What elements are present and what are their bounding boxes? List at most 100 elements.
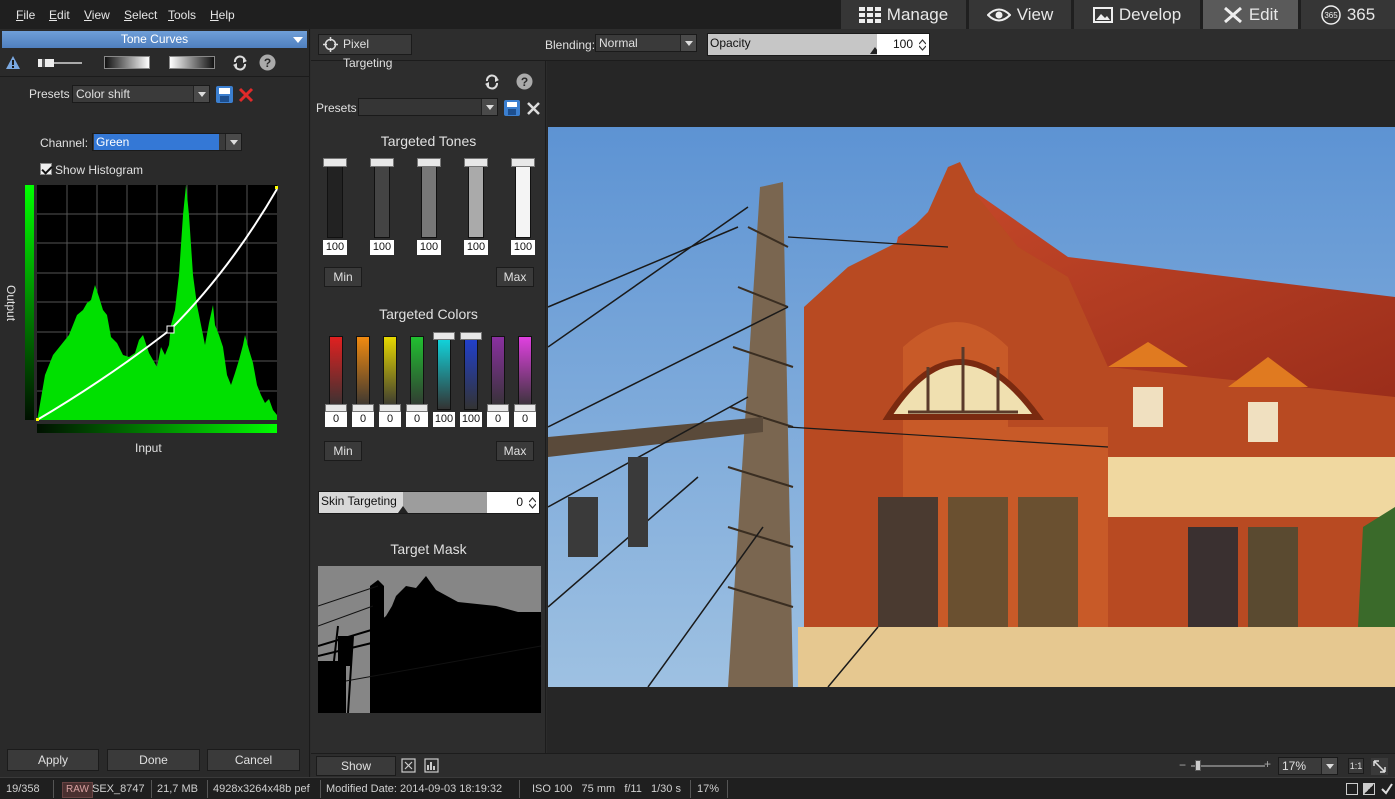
skin-targeting-slider[interactable]: Skin Targeting 0 <box>318 491 540 514</box>
tone-slider-value[interactable]: 100 <box>511 240 535 255</box>
tone-slider-handle[interactable] <box>417 158 441 167</box>
tone-slider-1[interactable]: 100 <box>370 158 394 258</box>
menu-select[interactable]: Select <box>124 8 157 22</box>
tone-slider-0[interactable]: 100 <box>323 158 347 258</box>
zoom-in-icon[interactable]: + <box>1264 757 1271 771</box>
tone-slider-handle[interactable] <box>511 158 535 167</box>
menu-edit[interactable]: Edit <box>49 8 70 22</box>
collapse-arrow-icon[interactable] <box>293 37 303 43</box>
view-mode-split-icon[interactable] <box>1363 783 1375 795</box>
color-slider-value[interactable]: 0 <box>379 412 401 427</box>
skin-slider-handle[interactable] <box>398 506 408 513</box>
save-preset-icon[interactable] <box>216 86 233 103</box>
zoom-dropdown[interactable]: 17% <box>1278 757 1338 775</box>
tones-max-button[interactable]: Max <box>496 267 534 287</box>
menu-help[interactable]: Help <box>210 8 235 22</box>
delete-preset-icon[interactable] <box>238 87 254 103</box>
brush-slider-icon[interactable] <box>38 57 84 69</box>
color-slider-value[interactable]: 0 <box>406 412 428 427</box>
tone-slider-value[interactable]: 100 <box>417 240 441 255</box>
tone-slider-track[interactable] <box>515 164 531 238</box>
edit-mode-button[interactable]: Edit <box>1203 0 1298 29</box>
develop-mode-button[interactable]: Develop <box>1074 0 1200 29</box>
pt-reset-icon[interactable] <box>484 74 500 90</box>
blending-dropdown[interactable]: Normal <box>595 34 697 52</box>
checkmark-icon[interactable] <box>1380 782 1394 796</box>
color-slider-4[interactable]: 100 <box>433 332 455 428</box>
color-slider-7[interactable]: 0 <box>514 332 536 428</box>
spin-arrows-icon[interactable] <box>529 497 536 509</box>
apply-button[interactable]: Apply <box>7 749 99 771</box>
color-slider-value[interactable]: 100 <box>433 412 455 427</box>
fit-screen-icon[interactable] <box>401 758 416 773</box>
opacity-slider[interactable]: Opacity 100 <box>707 33 930 56</box>
tone-slider-track[interactable] <box>374 164 390 238</box>
menu-file[interactable]: File <box>16 8 35 22</box>
tone-curves-header[interactable]: Tone Curves <box>2 31 307 48</box>
color-slider-handle[interactable] <box>406 404 428 412</box>
tone-slider-value[interactable]: 100 <box>323 240 347 255</box>
color-slider-value[interactable]: 100 <box>460 412 482 427</box>
view-mode-button[interactable]: View <box>969 0 1071 29</box>
cancel-button[interactable]: Cancel <box>207 749 300 771</box>
color-slider-track[interactable] <box>356 336 370 410</box>
menu-tools[interactable]: Tools <box>168 8 196 22</box>
photo-canvas[interactable] <box>548 127 1395 687</box>
tone-slider-value[interactable]: 100 <box>464 240 488 255</box>
tone-slider-handle[interactable] <box>464 158 488 167</box>
colors-min-button[interactable]: Min <box>324 441 362 461</box>
color-slider-value[interactable]: 0 <box>325 412 347 427</box>
color-slider-handle[interactable] <box>352 404 374 412</box>
color-slider-value[interactable]: 0 <box>352 412 374 427</box>
color-slider-value[interactable]: 0 <box>514 412 536 427</box>
color-slider-handle[interactable] <box>325 404 347 412</box>
spin-arrows-icon[interactable] <box>919 39 926 51</box>
manage-mode-button[interactable]: Manage <box>841 0 966 29</box>
fullscreen-icon[interactable] <box>1371 758 1388 775</box>
color-slider-track[interactable] <box>491 336 505 410</box>
colors-max-button[interactable]: Max <box>496 441 534 461</box>
tone-slider-track[interactable] <box>468 164 484 238</box>
color-slider-track[interactable] <box>437 336 451 410</box>
color-slider-1[interactable]: 0 <box>352 332 374 428</box>
pt-presets-dropdown[interactable] <box>358 98 498 116</box>
menu-view[interactable]: View <box>84 8 110 22</box>
color-slider-handle[interactable] <box>460 332 482 340</box>
color-slider-2[interactable]: 0 <box>379 332 401 428</box>
color-slider-track[interactable] <box>518 336 532 410</box>
color-slider-value[interactable]: 0 <box>487 412 509 427</box>
help-icon[interactable]: ? <box>259 54 276 71</box>
gradient-light-icon[interactable] <box>169 56 215 69</box>
tone-slider-handle[interactable] <box>323 158 347 167</box>
color-slider-track[interactable] <box>410 336 424 410</box>
gradient-dark-icon[interactable] <box>104 56 150 69</box>
zoom-slider[interactable] <box>1191 765 1265 767</box>
color-slider-track[interactable] <box>464 336 478 410</box>
presets-dropdown[interactable]: Color shift <box>72 85 210 103</box>
histogram-toggle-icon[interactable] <box>424 758 439 773</box>
show-previous-button[interactable]: Show Previous <box>316 756 396 791</box>
actual-size-button[interactable]: 1:1 <box>1348 758 1364 774</box>
acdsee365-button[interactable]: 365 365 <box>1301 0 1395 29</box>
color-slider-handle[interactable] <box>379 404 401 412</box>
pixel-targeting-button[interactable]: Pixel Targeting <box>318 34 412 70</box>
channel-dropdown[interactable]: Green <box>92 133 242 151</box>
tone-slider-track[interactable] <box>421 164 437 238</box>
show-histogram-checkbox[interactable] <box>40 163 52 175</box>
zoom-slider-handle[interactable] <box>1195 760 1201 771</box>
color-slider-handle[interactable] <box>514 404 536 412</box>
color-slider-3[interactable]: 0 <box>406 332 428 428</box>
color-slider-0[interactable]: 0 <box>325 332 347 428</box>
tone-slider-handle[interactable] <box>370 158 394 167</box>
tone-slider-track[interactable] <box>327 164 343 238</box>
color-slider-track[interactable] <box>329 336 343 410</box>
zoom-out-icon[interactable]: − <box>1179 758 1186 772</box>
pt-save-preset-icon[interactable] <box>504 100 520 116</box>
color-slider-handle[interactable] <box>433 332 455 340</box>
done-button[interactable]: Done <box>107 749 200 771</box>
pt-help-icon[interactable]: ? <box>516 73 533 90</box>
view-mode-normal-icon[interactable] <box>1346 783 1358 795</box>
color-slider-handle[interactable] <box>487 404 509 412</box>
color-slider-track[interactable] <box>383 336 397 410</box>
warning-icon[interactable] <box>5 55 21 70</box>
